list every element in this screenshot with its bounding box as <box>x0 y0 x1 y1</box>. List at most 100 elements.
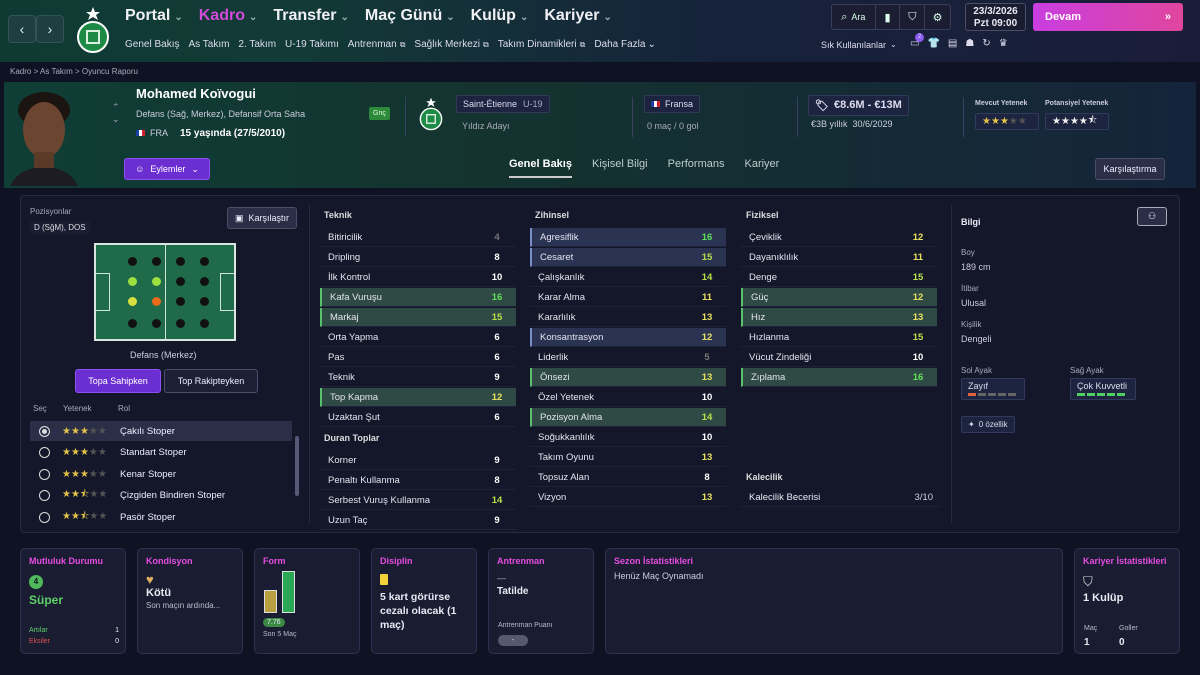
shield-icon[interactable]: ⛉ <box>900 5 926 29</box>
in-possession-tab[interactable]: Topa Sahipken <box>75 369 161 393</box>
breadcrumb-item[interactable]: As Takım <box>40 67 73 76</box>
attribute-row[interactable]: Dripling 8 <box>320 248 516 267</box>
attribute-row[interactable]: Topsuz Alan 8 <box>530 468 726 487</box>
attribute-row[interactable]: Pas 6 <box>320 348 516 367</box>
subnav-item-2[interactable]: 2. Takım <box>238 39 276 50</box>
attribute-row[interactable]: Top Kapma 12 <box>320 388 516 407</box>
date-display[interactable]: 23/3/2026 Pzt 09:00 <box>965 3 1026 31</box>
role-row[interactable]: ★★★★★ Kenar Stoper <box>30 464 292 484</box>
attribute-row[interactable]: Önsezi 13 <box>530 368 726 387</box>
role-row[interactable]: ★★★★★ Çakılı Stoper <box>30 421 292 441</box>
attribute-row[interactable]: Hızlanma 15 <box>741 328 937 347</box>
attribute-row[interactable]: Liderlik 5 <box>530 348 726 367</box>
bookmark-icon[interactable]: ▮ <box>876 5 901 29</box>
nav-item-4[interactable]: Kulüp ⌄ <box>471 7 529 25</box>
value-chip[interactable]: 🏷 €8.6M - €13M <box>808 95 909 116</box>
attribute-row[interactable]: Markaj 15 <box>320 308 516 327</box>
chevron-down-icon[interactable]: ⌄ <box>112 113 120 125</box>
info-person-button[interactable]: ⚇ <box>1137 207 1167 226</box>
subnav-item-7[interactable]: Daha Fazla ⌄ <box>594 39 656 50</box>
attribute-row[interactable]: Pozisyon Alma 14 <box>530 408 726 427</box>
refresh-icon[interactable]: ↻ <box>982 38 990 49</box>
attribute-row[interactable]: Agresiflik 16 <box>530 228 726 247</box>
role-row[interactable]: ★★★★★ Standart Stoper <box>30 443 292 463</box>
attribute-row[interactable]: İlk Kontrol 10 <box>320 268 516 287</box>
attribute-row[interactable]: Zıplama 16 <box>741 368 937 387</box>
form-card[interactable]: Form 7.76 Son 5 Maç <box>254 548 360 654</box>
training-card[interactable]: Antrenman — Tatilde Antrenman Puanı - <box>488 548 594 654</box>
attribute-row[interactable]: Kafa Vuruşu 16 <box>320 288 516 307</box>
attribute-row[interactable]: Güç 12 <box>741 288 937 307</box>
compare-button[interactable]: Karşılaştırma <box>1095 158 1165 180</box>
attribute-row[interactable]: Vücut Zindeliği 10 <box>741 348 937 367</box>
search-button[interactable]: ⌕ Ara <box>832 5 876 29</box>
back-button[interactable]: ‹ <box>8 15 36 43</box>
season-stats-card[interactable]: Sezon İstatistikleri Henüz Maç Oynamadı <box>605 548 1063 654</box>
attribute-row[interactable]: Kararlılık 13 <box>530 308 726 327</box>
subnav-item-0[interactable]: Genel Bakış <box>125 39 179 50</box>
subnav-item-4[interactable]: Antrenman ⧉ <box>348 39 406 50</box>
attribute-row[interactable]: Konsantrasyon 12 <box>530 328 726 347</box>
subnav-item-5[interactable]: Sağlık Merkezi ⧉ <box>414 39 488 50</box>
player-switch[interactable]: ⌃ ⌄ <box>112 101 120 125</box>
attribute-row[interactable]: Takım Oyunu 13 <box>530 448 726 467</box>
career-stats-card[interactable]: Kariyer İstatistikleri ⛉ 1 Kulüp Maç 1 G… <box>1074 548 1180 654</box>
attribute-row[interactable]: Teknik 9 <box>320 368 516 387</box>
nav-item-3[interactable]: Maç Günü ⌄ <box>365 7 455 25</box>
condition-card[interactable]: Kondisyon ♥ Kötü Son maçın ardında... <box>137 548 243 654</box>
nav-item-1[interactable]: Kadro ⌄ <box>199 7 258 25</box>
breadcrumb-item[interactable]: Kadro <box>10 67 31 76</box>
role-radio[interactable] <box>39 490 50 501</box>
role-radio[interactable] <box>39 511 50 523</box>
attribute-row[interactable]: Çeviklik 12 <box>741 228 937 247</box>
discipline-card[interactable]: Disiplin 5 kart görürse cezalı olacak (1… <box>371 548 477 654</box>
attribute-row[interactable]: Özel Yetenek 10 <box>530 388 726 407</box>
trophy-icon[interactable]: ♛ <box>999 38 1008 49</box>
attribute-row[interactable]: Karar Alma 11 <box>530 288 726 307</box>
attribute-row[interactable]: Bitiricilik 4 <box>320 228 516 247</box>
attribute-row[interactable]: Denge 15 <box>741 268 937 287</box>
clipboard-icon[interactable]: ▤ <box>948 38 957 49</box>
attribute-row[interactable]: Korner 9 <box>320 451 516 470</box>
out-of-possession-tab[interactable]: Top Rakipteyken <box>164 369 258 393</box>
team-icon[interactable]: ☗ <box>965 38 974 49</box>
role-row[interactable]: ★★⯪★★ Çizgiden Bindiren Stoper <box>30 486 292 506</box>
attribute-row[interactable]: Serbest Vuruş Kullanma 14 <box>320 491 516 510</box>
traits-chip[interactable]: ✦ 0 özellik <box>961 416 1015 433</box>
nav-item-2[interactable]: Transfer ⌄ <box>273 7 349 25</box>
role-radio[interactable] <box>39 425 50 437</box>
role-radio[interactable] <box>39 468 50 480</box>
happiness-card[interactable]: Mutluluk Durumu 4 Süper Artılar 1 Eksiler… <box>20 548 126 654</box>
attribute-row[interactable]: Dayanıklılık 11 <box>741 248 937 267</box>
attribute-row[interactable]: Çalışkanlık 14 <box>530 268 726 287</box>
tab-2[interactable]: Performans <box>668 158 725 178</box>
subnav-item-3[interactable]: U-19 Takımı <box>285 39 339 50</box>
club-chip[interactable]: Saint-Étienne U-19 <box>456 95 550 113</box>
attribute-row[interactable]: Uzun Taç 9 <box>320 511 516 530</box>
chat-icon[interactable]: ▭ 2 <box>910 33 924 49</box>
attribute-row[interactable]: Penaltı Kullanma 8 <box>320 471 516 490</box>
role-radio[interactable] <box>39 447 50 458</box>
attribute-row[interactable]: Hız 13 <box>741 308 937 327</box>
nav-item-0[interactable]: Portal ⌄ <box>125 7 183 25</box>
scrollbar[interactable] <box>295 436 299 496</box>
actions-button[interactable]: ☺ Eylemler ⌄ <box>124 158 210 180</box>
tab-0[interactable]: Genel Bakış <box>509 158 572 178</box>
forward-button[interactable]: › <box>36 15 64 43</box>
attribute-row[interactable]: Cesaret 15 <box>530 248 726 267</box>
attribute-row[interactable]: Uzaktan Şut 6 <box>320 408 516 427</box>
position-compare-button[interactable]: ▣ Karşılaştır <box>227 207 297 229</box>
subnav-item-1[interactable]: As Takım <box>188 39 229 50</box>
chevron-up-icon[interactable]: ⌃ <box>112 101 120 113</box>
continue-button[interactable]: Devam » <box>1033 3 1183 31</box>
tab-3[interactable]: Kariyer <box>744 158 779 178</box>
attribute-row[interactable]: Orta Yapma 6 <box>320 328 516 347</box>
attribute-row[interactable]: Vizyon 13 <box>530 488 726 507</box>
club-crest[interactable] <box>418 97 444 131</box>
role-row[interactable]: ★★⯪★★ Pasör Stoper <box>30 507 292 527</box>
nav-item-5[interactable]: Kariyer ⌄ <box>544 7 612 25</box>
favorites-menu[interactable]: Sık Kullanılanlar ⌄ <box>821 40 897 50</box>
national-team-chip[interactable]: Fransa <box>644 95 701 113</box>
gear-icon[interactable]: ⚙ <box>925 5 950 29</box>
subnav-item-6[interactable]: Takım Dinamikleri ⧉ <box>498 39 586 50</box>
